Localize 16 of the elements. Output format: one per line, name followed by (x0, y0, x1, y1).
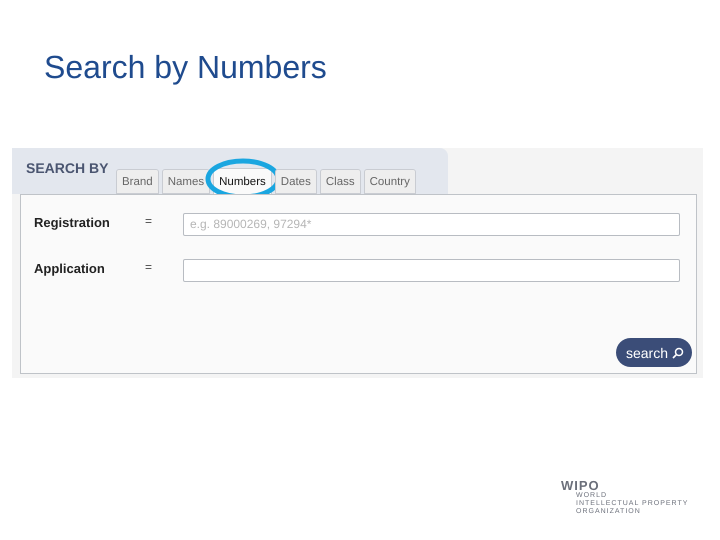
logo-name: WIPO (561, 479, 600, 492)
operator-label: = (145, 260, 154, 274)
tab[interactable]: Class (320, 169, 361, 194)
field-label: Application (34, 260, 106, 276)
field-label: Registration (34, 214, 111, 230)
input-field[interactable]: e.g. 89000269, 97294* (183, 212, 680, 236)
tab[interactable]: Names (162, 169, 210, 194)
slide-title: Search by Numbers (44, 48, 328, 86)
tab[interactable]: Brand (116, 169, 159, 194)
tab[interactable]: Country (364, 169, 416, 194)
tab[interactable]: Dates (274, 169, 317, 194)
input-field[interactable] (183, 258, 680, 282)
search-icon (672, 346, 684, 358)
section-heading: SEARCH BY (26, 160, 110, 176)
search-button[interactable]: search (616, 338, 692, 367)
operator-label: = (145, 214, 154, 228)
